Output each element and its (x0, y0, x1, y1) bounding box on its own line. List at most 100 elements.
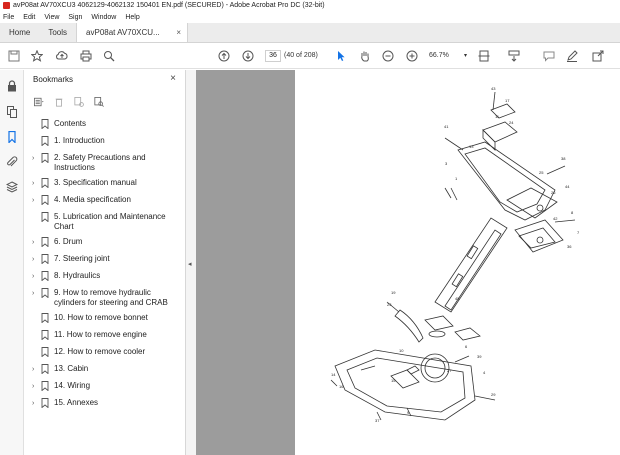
menu-file[interactable]: File (3, 14, 14, 21)
menu-help[interactable]: Help (125, 14, 139, 21)
page-count-label: (40 of 208) (284, 52, 318, 59)
callout-number: 13 (469, 144, 474, 149)
tab-close-icon[interactable]: × (176, 28, 181, 37)
callout-number: 8 (571, 210, 574, 215)
bookmarks-toolbar (32, 96, 112, 108)
comment-icon[interactable] (541, 48, 557, 64)
delete-icon[interactable] (52, 96, 66, 108)
expand-chevron-icon[interactable]: › (32, 155, 34, 162)
bookmark-item[interactable]: 5. Lubrication and Maintenance Chart (24, 210, 186, 235)
page-thumbnails-icon[interactable] (6, 106, 18, 118)
callout-number: 27 (447, 368, 452, 373)
sign-icon[interactable] (564, 48, 580, 64)
expand-chevron-icon[interactable]: › (32, 400, 34, 407)
acrobat-app-icon (3, 2, 10, 9)
bookmark-icon (41, 347, 49, 358)
scroll-mode-icon[interactable] (506, 48, 522, 64)
bookmark-item[interactable]: › 15. Annexes (24, 396, 186, 413)
save-icon[interactable] (6, 48, 22, 64)
bookmark-icon (41, 288, 49, 299)
bookmark-star-icon[interactable] (29, 48, 45, 64)
page-number-input[interactable]: 36 (265, 50, 281, 62)
callout-number: 4 (483, 370, 486, 375)
callout-number: 42 (553, 216, 558, 221)
document-viewer[interactable]: 41 43 17 11 24 13 3 25 38 44 26 42 8 7 36 1 19 23 10 15 14 16… (196, 70, 620, 455)
bookmark-item[interactable]: Contents (24, 117, 186, 134)
zoom-out-icon[interactable] (380, 48, 396, 64)
tab-tools[interactable]: Tools (39, 23, 76, 42)
tab-home[interactable]: Home (0, 23, 39, 42)
callout-number: 3 (445, 161, 448, 166)
page-up-icon[interactable] (216, 48, 232, 64)
bookmark-icon (41, 381, 49, 392)
menu-bar: File Edit View Sign Window Help (0, 11, 620, 23)
bookmark-item[interactable]: 12. How to remove cooler (24, 345, 186, 362)
search-icon[interactable] (101, 48, 117, 64)
title-bar: avP08at AV70XCU3 4062129-4062132 150401 … (0, 0, 620, 11)
bookmark-label: 5. Lubrication and Maintenance Chart (54, 212, 166, 231)
toolbar: 36 (40 of 208) 66.7% ▾ (0, 44, 620, 69)
page-down-icon[interactable] (240, 48, 256, 64)
expand-chevron-icon[interactable]: › (32, 273, 34, 280)
bookmark-item[interactable]: › 4. Media specification (24, 193, 186, 210)
bookmark-list: Contents 1. Introduction › 2. Safety Precau… (24, 117, 186, 413)
bookmark-item[interactable]: 1. Introduction (24, 134, 186, 151)
bookmark-label: 1. Introduction (54, 136, 105, 145)
expand-chevron-icon[interactable]: › (32, 256, 34, 263)
bookmarks-panel-icon[interactable] (6, 130, 18, 144)
panel-splitter[interactable]: ◂ (186, 70, 196, 455)
callout-number: 26 (551, 190, 556, 195)
lock-icon[interactable] (6, 80, 18, 92)
bookmark-item[interactable]: 11. How to remove engine (24, 328, 186, 345)
bookmark-item[interactable]: › 14. Wiring (24, 379, 186, 396)
bookmark-label: 4. Media specification (54, 195, 131, 204)
new-bookmark-icon[interactable] (72, 96, 86, 108)
bookmark-item[interactable]: 10. How to remove bonnet (24, 311, 186, 328)
menu-window[interactable]: Window (91, 14, 116, 21)
bookmark-icon (41, 195, 49, 206)
callout-number: 7 (577, 230, 580, 235)
callout-number: 1 (455, 176, 458, 181)
print-icon[interactable] (78, 48, 94, 64)
share-icon[interactable] (590, 48, 606, 64)
chevron-down-icon: ▾ (463, 53, 467, 59)
collapse-panel-icon[interactable]: ◂ (188, 260, 192, 268)
layers-icon[interactable] (5, 181, 19, 193)
bookmark-options-icon[interactable] (32, 96, 46, 108)
tab-home-label: Home (9, 28, 31, 37)
tab-document[interactable]: avP08at AV70XCU... × (76, 23, 189, 42)
bookmarks-title: Bookmarks (33, 75, 74, 84)
upload-icon[interactable] (54, 48, 70, 64)
find-bookmark-icon[interactable] (92, 96, 106, 108)
expand-chevron-icon[interactable]: › (32, 383, 34, 390)
page-fit-icon[interactable] (476, 48, 492, 64)
menu-view[interactable]: View (44, 14, 59, 21)
bookmark-item[interactable]: › 6. Drum (24, 235, 186, 252)
bookmark-item[interactable]: › 8. Hydraulics (24, 269, 186, 286)
expand-chevron-icon[interactable]: › (32, 197, 34, 204)
hand-icon[interactable] (357, 48, 373, 64)
bookmark-item[interactable]: › 3. Specification manual (24, 176, 186, 193)
bookmark-icon (41, 364, 49, 375)
bookmark-icon (41, 330, 49, 341)
expand-chevron-icon[interactable]: › (32, 239, 34, 246)
expand-chevron-icon[interactable]: › (32, 290, 34, 297)
zoom-select[interactable]: 66.7% ▾ (429, 50, 467, 62)
bookmark-label: 12. How to remove cooler (54, 347, 146, 356)
callout-number: 37 (375, 418, 380, 423)
expand-chevron-icon[interactable]: › (32, 180, 34, 187)
menu-sign[interactable]: Sign (68, 14, 82, 21)
zoom-in-icon[interactable] (404, 48, 420, 64)
expand-chevron-icon[interactable]: › (32, 366, 34, 373)
bookmark-item[interactable]: › 2. Safety Precautions and Instructions (24, 151, 186, 176)
menu-edit[interactable]: Edit (23, 14, 35, 21)
cursor-icon[interactable] (333, 48, 349, 64)
bookmark-item[interactable]: › 9. How to remove hydraulic cylinders fo… (24, 286, 186, 311)
callout-number: 25 (539, 170, 544, 175)
attachments-icon[interactable] (6, 156, 18, 168)
bookmark-item[interactable]: › 13. Cabin (24, 362, 186, 379)
close-icon[interactable]: × (170, 73, 176, 84)
bookmark-item[interactable]: › 7. Steering joint (24, 252, 186, 269)
callout-number: 38 (561, 156, 566, 161)
bookmarks-panel: Bookmarks × Contents 1. Introduction › 2. S… (24, 70, 186, 455)
